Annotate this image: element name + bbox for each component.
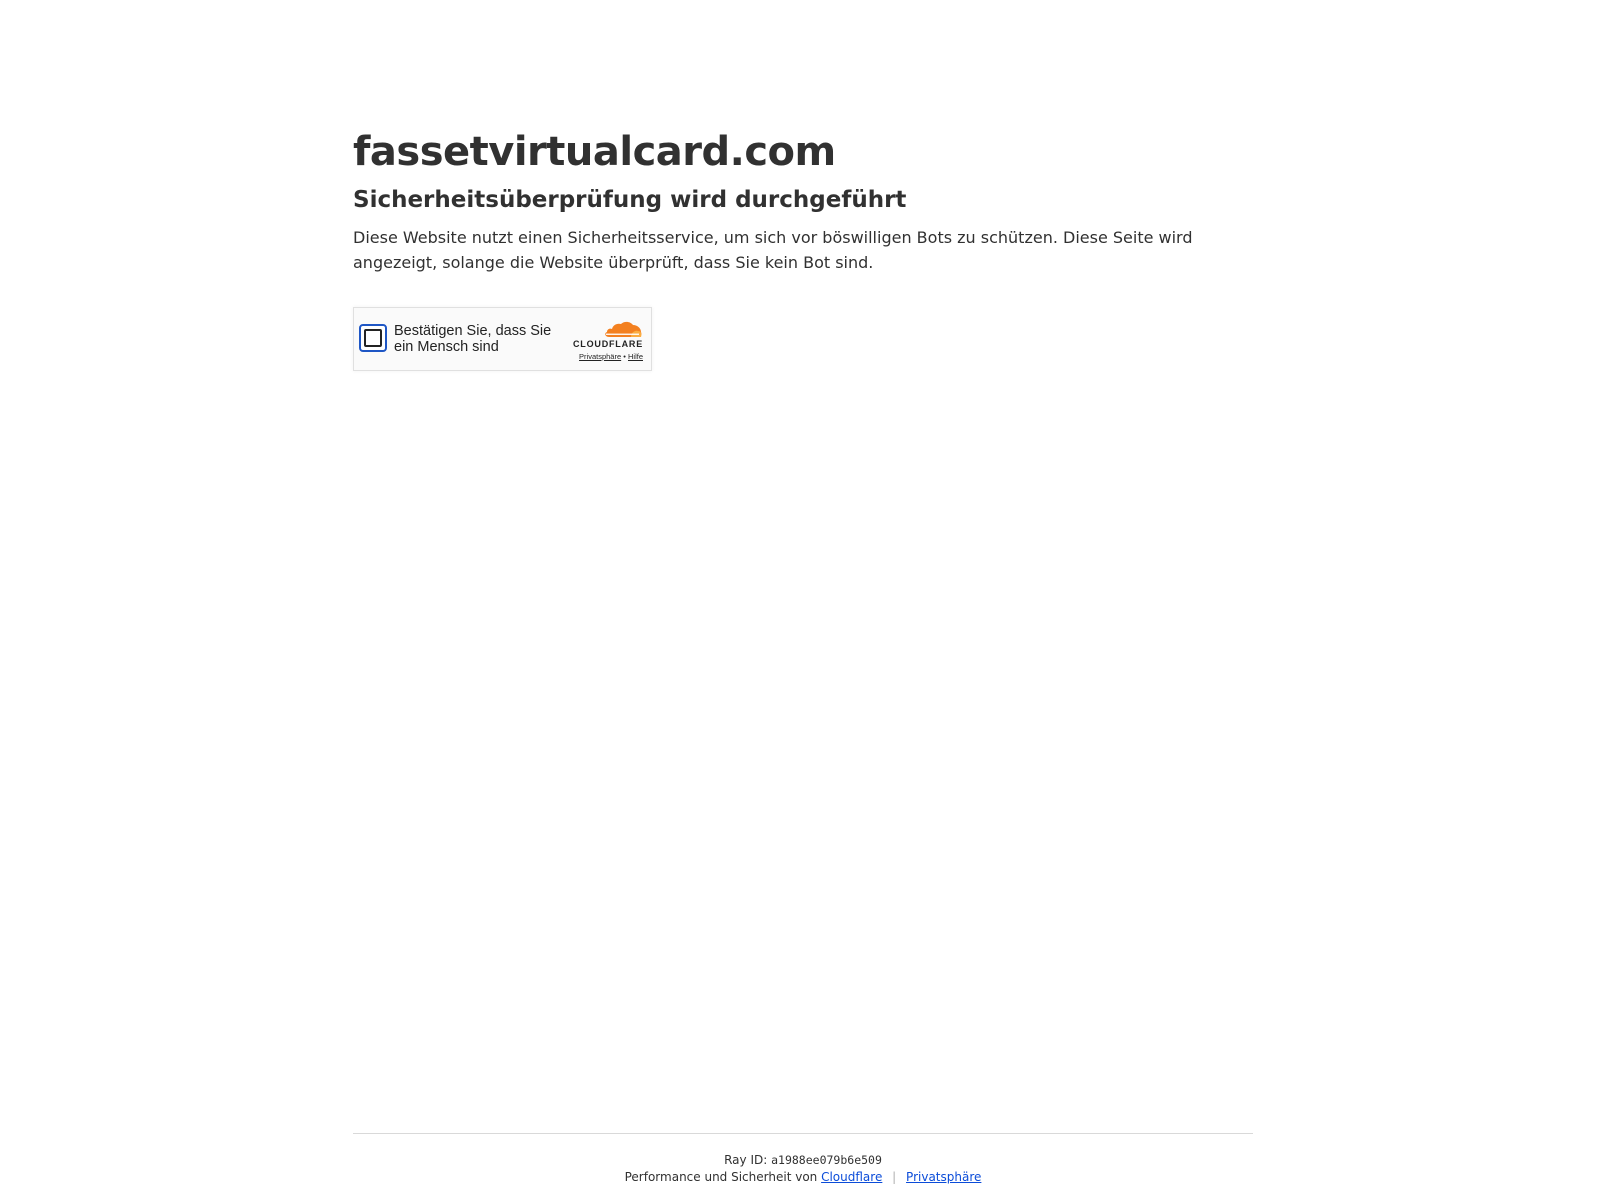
widget-help-link[interactable]: Hilfe <box>628 352 643 361</box>
cloudflare-link[interactable]: Cloudflare <box>821 1170 882 1184</box>
footer-separator: | <box>892 1170 897 1184</box>
main-content: fassetvirtualcard.com Sicherheitsüberprü… <box>353 128 1253 371</box>
human-verification-checkbox[interactable] <box>359 324 387 352</box>
turnstile-widget: Bestätigen Sie, dass Sie ein Mensch sind… <box>353 307 652 371</box>
cloudflare-cloud-icon <box>605 321 642 337</box>
footer: Ray ID: a1988ee079b6e509 Performance und… <box>353 1133 1253 1186</box>
ray-id-label: Ray ID: <box>724 1153 768 1167</box>
footer-privacy-link[interactable]: Privatsphäre <box>906 1170 981 1184</box>
page-subtitle: Sicherheitsüberprüfung wird durchgeführt <box>353 187 907 213</box>
page: fassetvirtualcard.com Sicherheitsüberprü… <box>0 0 1600 1200</box>
cloudflare-wordmark: CLOUDFLARE <box>573 339 643 349</box>
widget-privacy-link[interactable]: Privatsphäre <box>579 352 621 361</box>
ray-id-value: a1988ee079b6e509 <box>771 1153 882 1167</box>
widget-link-separator: • <box>623 352 626 361</box>
performance-text: Performance und Sicherheit von <box>624 1170 818 1184</box>
ray-id-line: Ray ID: a1988ee079b6e509 <box>353 1152 1253 1169</box>
site-title: fassetvirtualcard.com <box>353 129 836 175</box>
widget-links: Privatsphäre • Hilfe <box>563 352 643 362</box>
cloudflare-branding: CLOUDFLARE Privatsphäre • Hilfe <box>563 320 643 362</box>
description-text: Diese Website nutzt einen Sicherheitsser… <box>353 228 1193 272</box>
checkbox-box-icon <box>364 329 382 347</box>
performance-line: Performance und Sicherheit von Cloudflar… <box>353 1169 1253 1186</box>
verification-label: Bestätigen Sie, dass Sie ein Mensch sind <box>394 323 552 355</box>
